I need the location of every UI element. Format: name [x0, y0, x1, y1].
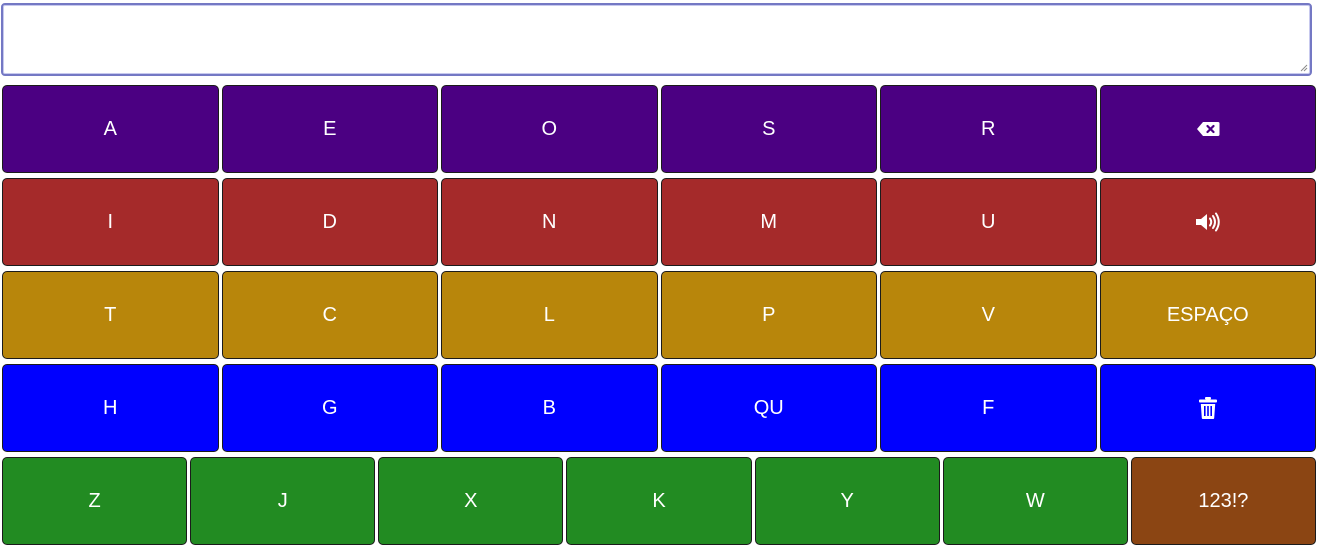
key-p[interactable]: P: [660, 271, 877, 359]
keyboard-row-3: T C L P V ESPAÇO: [2, 271, 1316, 359]
key-qu[interactable]: QU: [660, 364, 877, 452]
backspace-icon: [1196, 122, 1220, 136]
space-button[interactable]: ESPAÇO: [1099, 271, 1316, 359]
key-d[interactable]: D: [221, 178, 438, 266]
key-o[interactable]: O: [441, 85, 658, 173]
text-area-container: [1, 3, 1312, 76]
key-r[interactable]: R: [880, 85, 1097, 173]
key-f[interactable]: F: [880, 364, 1097, 452]
key-b[interactable]: B: [441, 364, 658, 452]
key-i[interactable]: I: [2, 178, 219, 266]
key-v[interactable]: V: [880, 271, 1097, 359]
trash-icon: [1198, 397, 1217, 419]
key-e[interactable]: E: [221, 85, 438, 173]
key-c[interactable]: C: [221, 271, 438, 359]
keyboard-row-2: I D N M U: [2, 178, 1316, 266]
speaker-icon: [1195, 212, 1220, 232]
key-j[interactable]: J: [190, 457, 376, 545]
numbers-symbols-button[interactable]: 123!?: [1130, 457, 1316, 545]
speak-button[interactable]: [1099, 178, 1316, 266]
key-w[interactable]: W: [942, 457, 1128, 545]
backspace-button[interactable]: [1099, 85, 1316, 173]
key-y[interactable]: Y: [754, 457, 940, 545]
key-k[interactable]: K: [566, 457, 752, 545]
key-t[interactable]: T: [2, 271, 219, 359]
key-l[interactable]: L: [441, 271, 658, 359]
key-u[interactable]: U: [880, 178, 1097, 266]
key-x[interactable]: X: [378, 457, 564, 545]
text-input[interactable]: [3, 5, 1310, 74]
resize-grip-icon[interactable]: [1300, 64, 1308, 72]
key-m[interactable]: M: [660, 178, 877, 266]
key-s[interactable]: S: [660, 85, 877, 173]
key-g[interactable]: G: [221, 364, 438, 452]
keyboard-row-5: Z J X K Y W 123!?: [2, 457, 1316, 545]
key-a[interactable]: A: [2, 85, 219, 173]
key-h[interactable]: H: [2, 364, 219, 452]
key-z[interactable]: Z: [2, 457, 188, 545]
keyboard-row-4: H G B QU F: [2, 364, 1316, 452]
clear-button[interactable]: [1099, 364, 1316, 452]
key-n[interactable]: N: [441, 178, 658, 266]
keyboard-row-1: A E O S R: [2, 85, 1316, 173]
